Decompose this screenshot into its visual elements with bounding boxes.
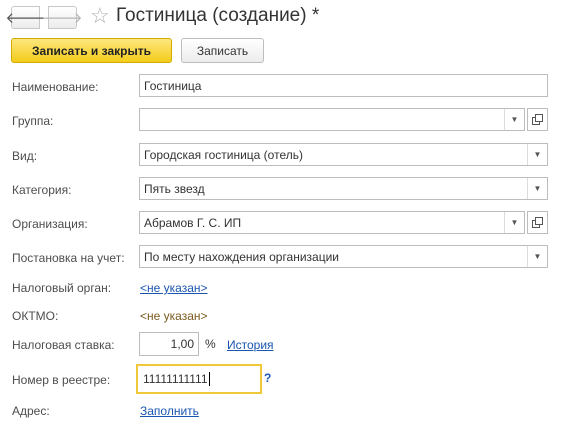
arrow-left-icon: 🡐 — [5, 10, 46, 27]
save-button[interactable]: Записать — [181, 38, 264, 63]
tax-office-label: Налоговый орган: — [12, 281, 112, 295]
text-cursor — [208, 372, 210, 386]
page-title: Гостиница (создание) * — [116, 5, 320, 26]
open-form-icon — [532, 114, 543, 125]
registration-select[interactable]: По месту нахождения организации ▼ — [139, 245, 548, 268]
tax-rate-history-link[interactable]: История — [227, 338, 274, 352]
address-fill-link[interactable]: Заполнить — [140, 404, 199, 418]
tax-rate-input[interactable]: 1,00 — [139, 332, 199, 356]
kind-value: Городская гостиница (отель) — [144, 147, 303, 162]
forward-button[interactable]: 🡒 — [42, 6, 83, 29]
save-and-close-button[interactable]: Записать и закрыть — [11, 38, 172, 63]
registration-dropdown-button[interactable]: ▼ — [527, 246, 547, 267]
name-value: Гостиница — [144, 78, 202, 93]
kind-dropdown-button[interactable]: ▼ — [527, 144, 547, 165]
organization-input[interactable]: Абрамов Г. С. ИП ▼ — [139, 211, 525, 234]
organization-dropdown-button[interactable]: ▼ — [504, 212, 524, 233]
category-label: Категория: — [12, 183, 72, 197]
open-form-icon — [532, 217, 543, 228]
tax-rate-unit: % — [205, 337, 216, 351]
tax-rate-value: 1,00 — [170, 337, 194, 351]
group-label: Группа: — [12, 114, 54, 128]
group-open-button[interactable] — [527, 108, 548, 131]
address-label: Адрес: — [12, 404, 50, 418]
group-input[interactable]: ▼ — [139, 108, 525, 131]
category-value: Пять звезд — [144, 181, 205, 196]
chevron-down-icon: ▼ — [533, 252, 542, 261]
oktmo-value: <не указан> — [140, 309, 208, 323]
kind-label: Вид: — [12, 149, 38, 163]
tax-office-link[interactable]: <не указан> — [140, 281, 208, 295]
organization-value: Абрамов Г. С. ИП — [144, 215, 242, 230]
tax-rate-label: Налоговая ставка: — [12, 338, 115, 352]
chevron-down-icon: ▼ — [510, 115, 519, 124]
kind-select[interactable]: Городская гостиница (отель) ▼ — [139, 143, 548, 166]
chevron-down-icon: ▼ — [533, 150, 542, 159]
star-icon[interactable]: ☆ — [90, 3, 110, 29]
organization-label: Организация: — [12, 217, 88, 231]
help-icon[interactable]: ? — [264, 371, 271, 385]
name-label: Наименование: — [12, 80, 99, 94]
registry-number-label: Номер в реестре: — [12, 373, 111, 387]
registry-number-input[interactable]: 11111111111 — [136, 364, 262, 394]
oktmo-label: ОКТМО: — [12, 309, 59, 323]
group-dropdown-button[interactable]: ▼ — [504, 109, 524, 130]
arrow-right-icon: 🡒 — [42, 10, 83, 27]
registration-label: Постановка на учет: — [12, 251, 125, 265]
category-select[interactable]: Пять звезд ▼ — [139, 177, 548, 200]
chevron-down-icon: ▼ — [510, 218, 519, 227]
registry-number-value: 11111111111 — [143, 372, 208, 386]
organization-open-button[interactable] — [527, 211, 548, 234]
name-input[interactable]: Гостиница — [139, 74, 548, 97]
chevron-down-icon: ▼ — [533, 184, 542, 193]
back-button[interactable]: 🡐 — [5, 6, 46, 29]
category-dropdown-button[interactable]: ▼ — [527, 178, 547, 199]
registration-value: По месту нахождения организации — [144, 249, 340, 264]
